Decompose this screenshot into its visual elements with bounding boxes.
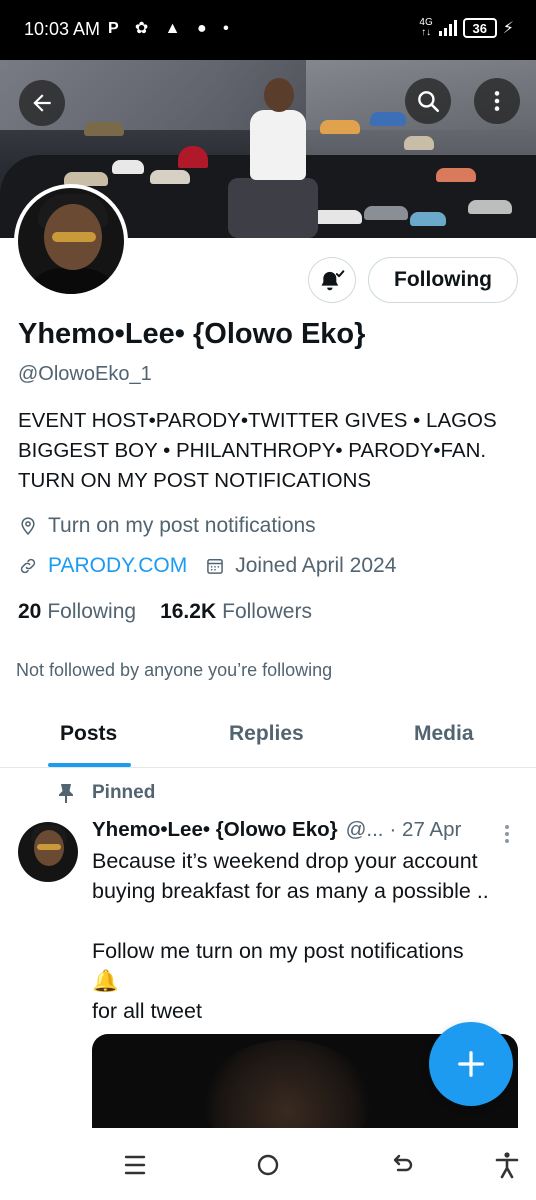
- location-text: Turn on my post notifications: [48, 514, 316, 537]
- notifications-button[interactable]: [308, 257, 356, 303]
- active-tab-indicator: [48, 763, 131, 767]
- system-back-button[interactable]: [388, 1150, 418, 1180]
- not-followed-notice: Not followed by anyone you’re following: [16, 660, 333, 680]
- more-vertical-icon: [494, 91, 500, 111]
- recent-apps-icon: [124, 1155, 146, 1175]
- tweet-text: Because it’s weekend drop your account b…: [92, 846, 522, 1026]
- tweet-avatar[interactable]: [18, 822, 78, 882]
- followers-stat[interactable]: 16.2K Followers: [160, 600, 312, 624]
- pinned-indicator: Pinned: [56, 782, 155, 804]
- profile-tabs: Posts Replies Media: [0, 700, 536, 768]
- arrow-left-icon: [33, 94, 51, 112]
- followers-count: 16.2K: [160, 600, 217, 623]
- pin-icon: [59, 784, 73, 803]
- battery-icon: 36: [462, 18, 497, 38]
- home-icon: [257, 1154, 279, 1176]
- accessibility-icon: [495, 1152, 519, 1179]
- joined-date: Joined April 2024: [235, 554, 397, 577]
- tweet-line: [92, 906, 522, 936]
- bio-line: EVENT HOST•PARODY•TWITTER GIVES • LAGOS: [18, 409, 497, 432]
- tweet-author-handle[interactable]: @...: [346, 818, 384, 842]
- tab-replies[interactable]: Replies: [229, 722, 304, 746]
- tweet-line: Follow me turn on my post notifications: [92, 939, 464, 963]
- tweet-line: 🔔: [92, 969, 119, 993]
- link-icon: [20, 558, 36, 574]
- profile-avatar[interactable]: [14, 184, 128, 298]
- followers-label: Followers: [222, 600, 312, 623]
- tab-posts[interactable]: Posts: [60, 722, 117, 746]
- tweet-line: buying breakfast for as many a possible …: [92, 879, 489, 903]
- bell-subscribed-icon: [321, 270, 345, 291]
- pinned-label: Pinned: [92, 782, 156, 803]
- profile-bio: EVENT HOST•PARODY•TWITTER GIVES • LAGOS …: [18, 406, 523, 496]
- home-button[interactable]: [253, 1150, 283, 1180]
- following-count: 20: [18, 600, 42, 623]
- more-options-button[interactable]: [474, 78, 520, 124]
- location-row: Turn on my post notifications: [18, 514, 316, 538]
- charging-icon: ⚡: [502, 20, 514, 37]
- network-type: 4G ↑↓: [419, 17, 433, 38]
- tweet-more-icon[interactable]: [500, 822, 514, 846]
- compose-button[interactable]: [429, 1022, 513, 1106]
- tweet-line: for all tweet: [92, 999, 202, 1023]
- following-label: Following: [47, 600, 137, 623]
- follow-stats: 20 Following 16.2K Followers: [18, 600, 312, 624]
- location-pin-icon: [21, 517, 35, 535]
- following-stat[interactable]: 20 Following: [18, 600, 136, 624]
- accessibility-button[interactable]: [492, 1150, 522, 1180]
- notification-icons: P ✿ ▲ ● •: [108, 20, 235, 37]
- display-name: Yhemo•Lee• {Olowo Eko}: [18, 318, 366, 350]
- bio-line: BIGGEST BOY • PHILANTHROPY• PARODY•FAN.: [18, 439, 487, 462]
- status-time: 10:03 AM: [24, 19, 101, 39]
- plus-icon: [458, 1051, 484, 1077]
- search-button[interactable]: [405, 78, 451, 124]
- tab-media[interactable]: Media: [414, 722, 474, 746]
- following-button[interactable]: Following: [368, 257, 518, 303]
- status-bar: 10:03 AM P ✿ ▲ ● • 4G ↑↓ 36 ⚡: [0, 0, 536, 60]
- back-button[interactable]: [19, 80, 65, 126]
- tweet-line: Because it’s weekend drop your account: [92, 849, 478, 873]
- website-joined-row: PARODY.COM Joined April 2024: [18, 554, 396, 578]
- tweet-date[interactable]: · 27 Apr: [390, 818, 462, 842]
- battery-level: 36: [472, 20, 487, 36]
- tweet-header: Yhemo•Lee• {Olowo Eko} @... · 27 Apr: [92, 818, 502, 842]
- calendar-icon: [207, 559, 224, 574]
- bio-line: TURN ON MY POST NOTIFICATIONS: [18, 469, 372, 492]
- recent-apps-button[interactable]: [120, 1150, 150, 1180]
- search-icon: [418, 91, 440, 113]
- back-icon: [393, 1154, 413, 1172]
- status-indicators: 4G ↑↓ 36 ⚡: [419, 18, 514, 38]
- profile-handle: @OlowoEko_1: [18, 363, 152, 385]
- signal-icon: [438, 20, 457, 36]
- system-nav-bar: [0, 1128, 536, 1200]
- website-link[interactable]: PARODY.COM: [48, 554, 187, 578]
- tweet-author-name[interactable]: Yhemo•Lee• {Olowo Eko}: [92, 818, 338, 842]
